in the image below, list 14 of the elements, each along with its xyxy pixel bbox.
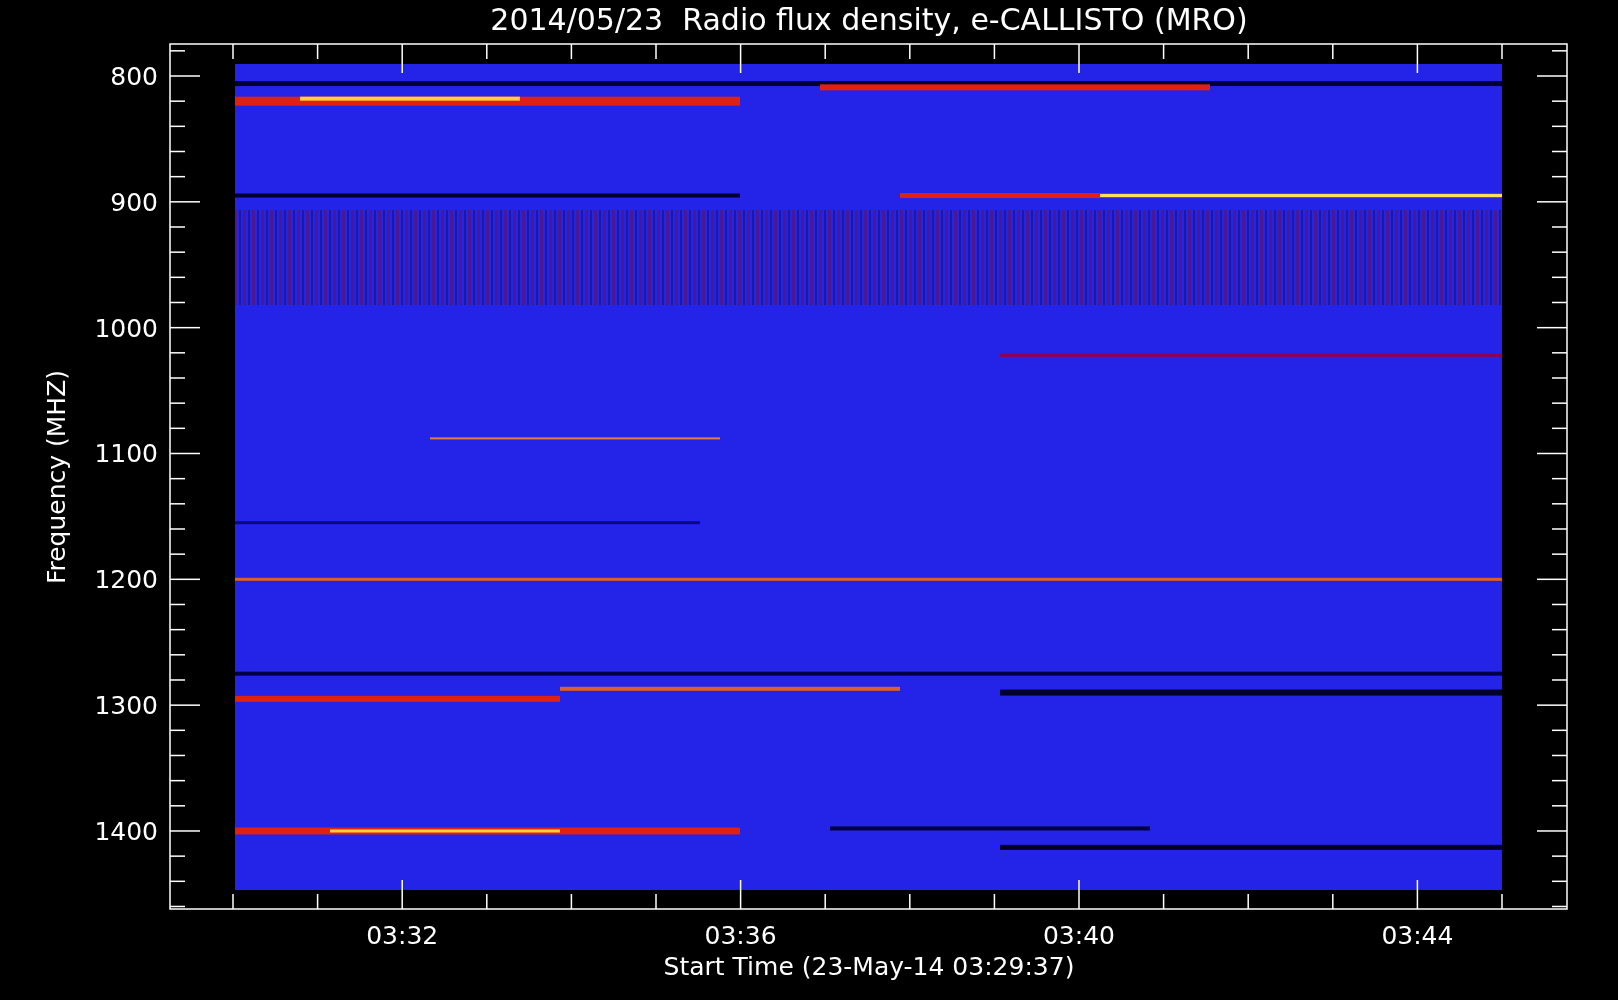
x-tick-label: 03:36 <box>704 921 777 950</box>
x-axis-label: Start Time (23-May-14 03:29:37) <box>663 952 1075 981</box>
x-tick-label: 03:32 <box>366 921 439 950</box>
y-tick-label: 1000 <box>94 313 158 343</box>
y-tick-label: 1400 <box>94 817 158 846</box>
y-tick-label: 1300 <box>94 691 158 721</box>
x-tick-label: 03:40 <box>1043 921 1115 950</box>
y-tick-label: 800 <box>110 62 158 91</box>
y-axis-label: Frequency (MHZ) <box>42 369 71 585</box>
x-tick-label: 03:44 <box>1381 921 1454 950</box>
chart-title: 2014/05/23 Radio flux density, e-CALLISTO (MRO) <box>490 2 1248 37</box>
y-tick-label: 900 <box>110 187 158 217</box>
y-tick-label: 1200 <box>94 565 158 595</box>
y-tick-label: 1100 <box>94 439 158 469</box>
